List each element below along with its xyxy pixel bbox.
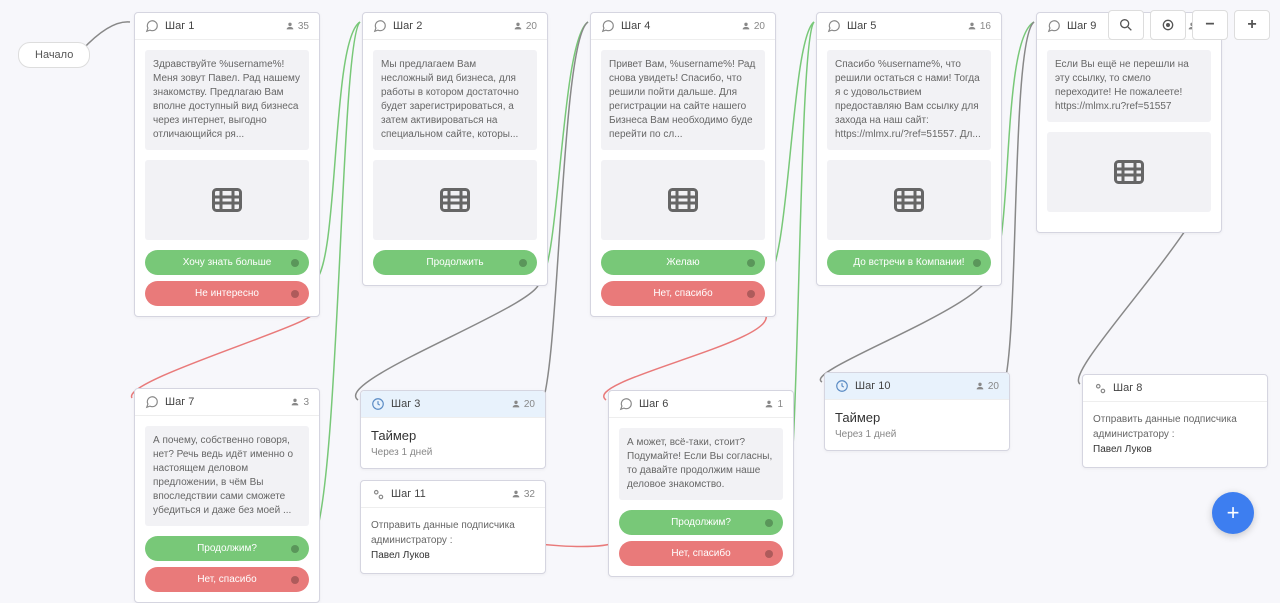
media-placeholder [145,160,309,240]
add-fab[interactable]: + [1212,492,1254,534]
admin-name: Павел Луков [1093,444,1152,455]
people-icon [290,397,300,407]
message-text: А почему, собственно говоря, нет? Речь в… [145,426,309,526]
toolbar: − + [1108,10,1270,40]
button-continue[interactable]: Продолжить [373,250,537,275]
film-icon [1111,154,1147,190]
media-placeholder [601,160,765,240]
step-3[interactable]: Шаг 3 20 Таймер Через 1 дней [360,390,546,469]
gears-icon [1093,381,1107,395]
step-11[interactable]: Шаг 11 32 Отправить данные подписчика ад… [360,480,546,574]
step-4[interactable]: Шаг 4 20 Привет Вам, %username%! Рад сно… [590,12,776,317]
button-no-thanks[interactable]: Нет, спасибо [145,567,309,592]
subscriber-count: 20 [513,21,537,32]
start-label: Начало [35,49,73,61]
media-placeholder [373,160,537,240]
message-text: Здравствуйте %username%! Меня зовут Паве… [145,50,309,150]
people-icon [513,21,523,31]
button-continue[interactable]: Продолжим? [145,536,309,561]
message-text: Если Вы ещё не перешли на эту ссылку, то… [1047,50,1211,122]
step-7[interactable]: Шаг 7 3 А почему, собственно говоря, нет… [134,388,320,603]
subscriber-count: 32 [511,489,535,500]
timer-sub: Через 1 дней [835,429,999,440]
admin-text: Отправить данные подписчика администрато… [371,518,535,563]
film-icon [209,182,245,218]
step-10[interactable]: Шаг 10 20 Таймер Через 1 дней [824,372,1010,451]
chat-icon [145,395,159,409]
film-icon [891,182,927,218]
center-button[interactable] [1150,10,1186,40]
message-text: Мы предлагаем Вам несложный вид бизнеса,… [373,50,537,150]
step-title: Шаг 2 [393,20,422,32]
message-text: А может, всё-таки, стоит? Подумайте! Есл… [619,428,783,500]
subscriber-count: 16 [967,21,991,32]
step-title: Шаг 11 [391,488,426,500]
subscriber-count: 20 [511,399,535,410]
plus-icon: + [1247,16,1256,34]
media-placeholder [827,160,991,240]
people-icon [764,399,774,409]
subscriber-count: 20 [741,21,765,32]
step-9[interactable]: Шаг 9 20 Если Вы ещё не перешли на эту с… [1036,12,1222,233]
button-no-thanks[interactable]: Нет, спасибо [619,541,783,566]
admin-text: Отправить данные подписчика администрато… [1093,412,1257,457]
step-title: Шаг 4 [621,20,650,32]
step-5[interactable]: Шаг 5 16 Спасибо %username%, что решили … [816,12,1002,286]
chat-icon [1047,19,1061,33]
subscriber-count: 1 [764,399,783,410]
button-see-you[interactable]: До встречи в Компании! [827,250,991,275]
chat-icon [601,19,615,33]
button-continue[interactable]: Продолжим? [619,510,783,535]
subscriber-count: 35 [285,21,309,32]
timer-title: Таймер [835,410,999,425]
plus-icon: + [1227,500,1240,526]
step-8[interactable]: Шаг 8 Отправить данные подписчика админи… [1082,374,1268,468]
timer-sub: Через 1 дней [371,447,535,458]
media-placeholder [1047,132,1211,212]
step-2[interactable]: Шаг 2 20 Мы предлагаем Вам несложный вид… [362,12,548,286]
subscriber-count: 20 [975,381,999,392]
step-6[interactable]: Шаг 6 1 А может, всё-таки, стоит? Подума… [608,390,794,577]
step-title: Шаг 1 [165,20,194,32]
message-text: Спасибо %username%, что решили остаться … [827,50,991,150]
button-wish[interactable]: Желаю [601,250,765,275]
zoom-out-button[interactable]: − [1192,10,1228,40]
timer-title: Таймер [371,428,535,443]
start-node[interactable]: Начало [18,42,90,68]
chat-icon [619,397,633,411]
clock-icon [835,379,849,393]
gears-icon [371,487,385,501]
chat-icon [145,19,159,33]
people-icon [511,399,521,409]
step-1[interactable]: Шаг 1 35 Здравствуйте %username%! Меня з… [134,12,320,317]
subscriber-count: 3 [290,397,309,408]
step-title: Шаг 10 [855,380,891,392]
step-title: Шаг 9 [1067,20,1096,32]
people-icon [285,21,295,31]
target-icon [1160,17,1176,33]
minus-icon: − [1205,16,1214,34]
button-more[interactable]: Хочу знать больше [145,250,309,275]
film-icon [437,182,473,218]
zoom-in-button[interactable]: + [1234,10,1270,40]
clock-icon [371,397,385,411]
step-title: Шаг 3 [391,398,420,410]
people-icon [741,21,751,31]
search-icon [1118,17,1134,33]
step-title: Шаг 6 [639,398,668,410]
button-not-interested[interactable]: Не интересно [145,281,309,306]
people-icon [967,21,977,31]
message-text: Привет Вам, %username%! Рад снова увидет… [601,50,765,150]
chat-icon [373,19,387,33]
button-no-thanks[interactable]: Нет, спасибо [601,281,765,306]
people-icon [511,489,521,499]
people-icon [975,381,985,391]
search-button[interactable] [1108,10,1144,40]
step-title: Шаг 7 [165,396,194,408]
film-icon [665,182,701,218]
step-title: Шаг 5 [847,20,876,32]
chat-icon [827,19,841,33]
step-title: Шаг 8 [1113,382,1142,394]
